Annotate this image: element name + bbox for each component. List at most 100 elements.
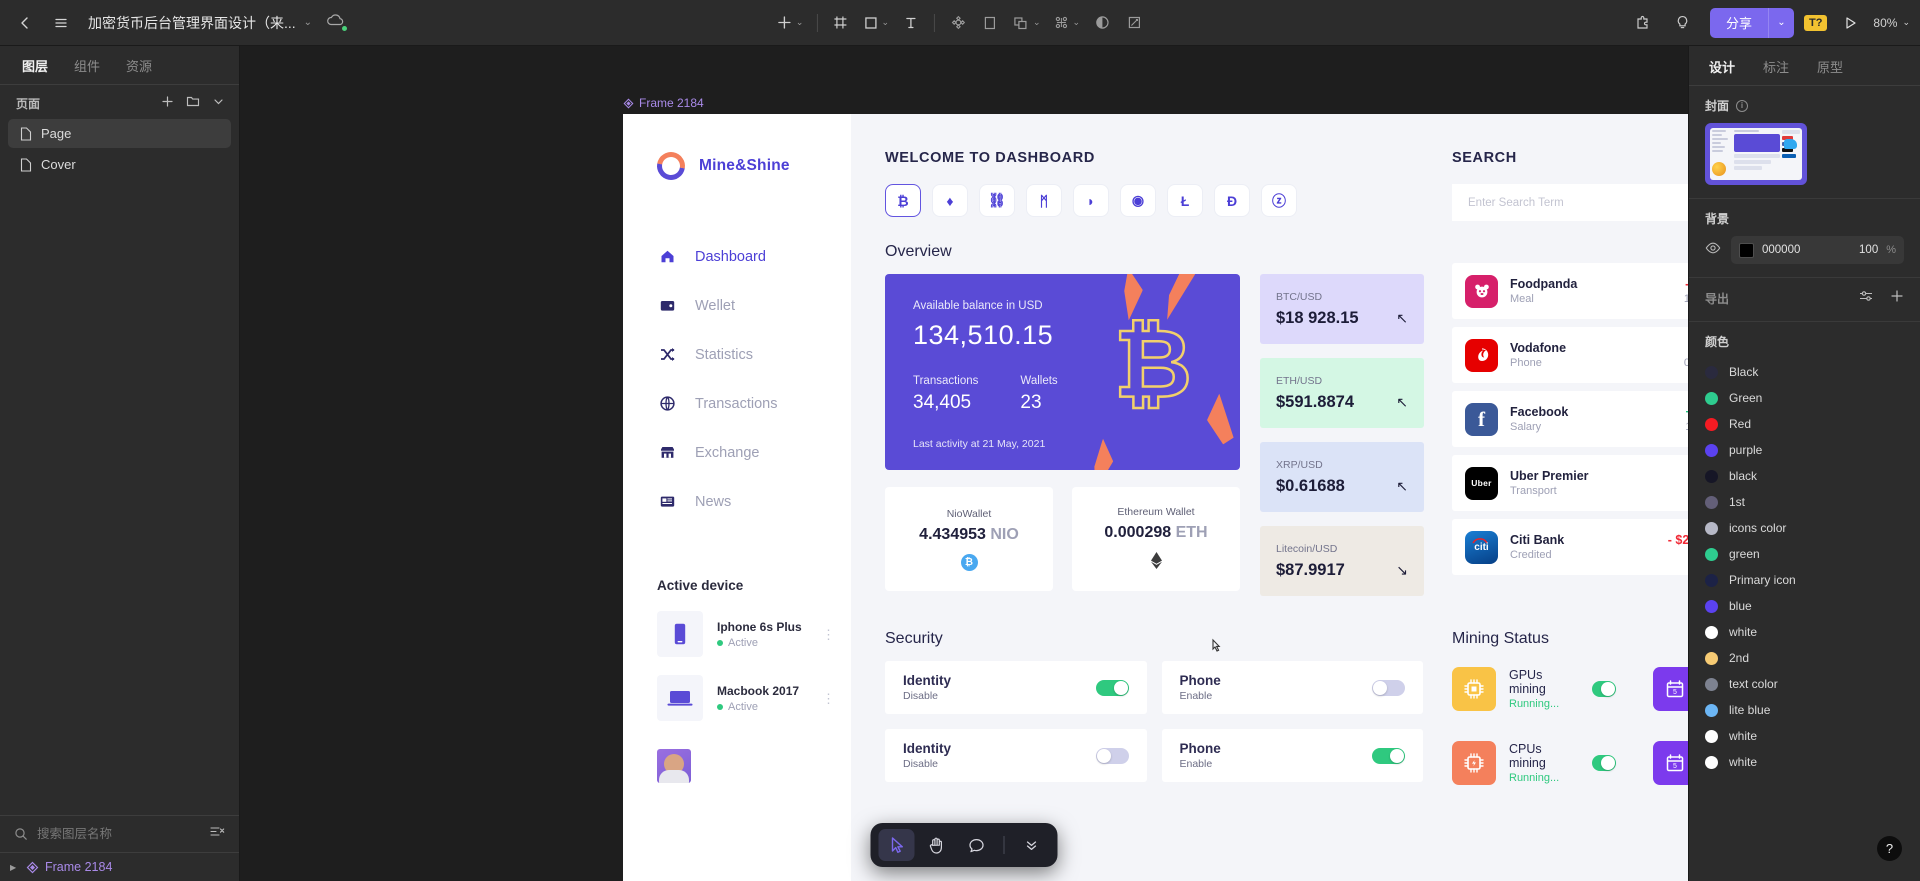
color-item-primary-icon[interactable]: Primary icon <box>1705 567 1904 593</box>
coin-tab-iota[interactable]: ◉ <box>1120 184 1156 217</box>
list-item[interactable]: Iphone 6s Plus Active ⋮ <box>657 611 851 657</box>
design-frame[interactable]: Mine&Shine Dashboard Wellet Statistics T… <box>623 114 1688 881</box>
hand-tool[interactable] <box>919 829 955 861</box>
color-item-black-lower[interactable]: black <box>1705 463 1904 489</box>
wallet-card-eth[interactable]: Ethereum Wallet 0.000298 ETH <box>1072 487 1240 591</box>
color-item-purple[interactable]: purple <box>1705 437 1904 463</box>
canvas-area[interactable]: Frame 2184 Mine&Shine Dashboard Wellet S… <box>240 46 1688 881</box>
zoom-chevron-down-icon[interactable]: ⌄ <box>1902 17 1910 28</box>
frame-tool[interactable] <box>825 6 855 40</box>
color-swatch[interactable] <box>1705 573 1718 587</box>
device-menu-icon[interactable]: ⋮ <box>822 692 835 705</box>
color-swatch[interactable] <box>1705 651 1718 665</box>
sidebar-item-wellet[interactable]: Wellet <box>623 281 851 330</box>
move-tool[interactable] <box>878 829 915 861</box>
tab-components[interactable]: 组件 <box>74 56 100 75</box>
price-card-xrp[interactable]: XRP/USD $0.61688 ↖ <box>1260 442 1424 512</box>
user-avatar[interactable] <box>657 749 691 783</box>
visibility-eye-icon[interactable] <box>1705 241 1721 259</box>
security-toggle[interactable] <box>1372 747 1405 764</box>
layer-item-frame-2184[interactable]: ▶ Frame 2184 <box>0 853 239 881</box>
color-item-blue[interactable]: blue <box>1705 593 1904 619</box>
mining-toggle[interactable] <box>1591 755 1616 771</box>
lightbulb-icon[interactable] <box>1666 6 1700 40</box>
price-card-btc[interactable]: BTC/USD $18 928.15 ↖ <box>1260 274 1424 344</box>
color-item-2nd[interactable]: 2nd <box>1705 645 1904 671</box>
coin-tab-bitcoin[interactable]: ₿ <box>885 184 921 217</box>
color-swatch[interactable] <box>1705 469 1718 483</box>
boolean-tool-chevron-down-icon[interactable]: ⌄ <box>1033 17 1041 28</box>
background-color-swatch[interactable] <box>1739 242 1754 258</box>
sidebar-item-exchange[interactable]: Exchange <box>623 428 851 477</box>
color-swatch[interactable] <box>1705 417 1718 431</box>
frame-label[interactable]: Frame 2184 <box>623 96 704 110</box>
add-export-icon[interactable] <box>1890 289 1904 308</box>
collapse-pages-chevron-down-icon[interactable] <box>212 95 225 112</box>
shape-tool-chevron-down-icon[interactable]: ⌄ <box>881 17 889 28</box>
coin-tab-litecoin[interactable]: Ł <box>1167 184 1203 217</box>
sidebar-item-dashboard[interactable]: Dashboard <box>623 232 851 281</box>
security-card-phone-2[interactable]: Phone Enable <box>1161 729 1423 782</box>
shape-tool[interactable]: ⌄ <box>857 6 894 40</box>
share-chevron-down-icon[interactable]: ⌄ <box>1767 7 1794 38</box>
search-input[interactable] <box>1452 184 1688 221</box>
add-tool-chevron-down-icon[interactable]: ⌄ <box>796 17 804 28</box>
color-swatch[interactable] <box>1705 443 1718 457</box>
new-folder-icon[interactable] <box>186 95 200 112</box>
table-row[interactable]: f Facebook Salary + $7000 11:45 AM <box>1452 391 1688 447</box>
tab-layers[interactable]: 图层 <box>22 56 48 75</box>
zoom-control[interactable]: 80% ⌄ <box>1873 16 1910 30</box>
expand-triangle-icon[interactable]: ▶ <box>10 863 20 872</box>
add-page-icon[interactable] <box>161 95 174 112</box>
table-row[interactable]: Uber Uber Premier Transport - $8.75 8:30… <box>1452 455 1688 511</box>
sidebar-item-statistics[interactable]: Statistics <box>623 330 851 379</box>
color-swatch[interactable] <box>1705 521 1718 535</box>
boolean-tool[interactable]: ⌄ <box>1007 6 1046 40</box>
add-tool[interactable]: ⌄ <box>771 6 809 40</box>
background-hex-field[interactable]: 000000 100 % <box>1731 236 1904 264</box>
color-item-red[interactable]: Red <box>1705 411 1904 437</box>
title-chevron-down-icon[interactable]: ⌄ <box>304 17 312 28</box>
color-swatch[interactable] <box>1705 391 1718 405</box>
color-item-white-1[interactable]: white <box>1705 619 1904 645</box>
color-swatch[interactable] <box>1705 703 1718 717</box>
security-toggle[interactable] <box>1095 747 1129 764</box>
color-swatch[interactable] <box>1705 625 1718 639</box>
color-swatch[interactable] <box>1705 547 1718 561</box>
coin-tab-ethereum[interactable]: ♦ <box>932 184 968 217</box>
help-button[interactable]: ? <box>1877 836 1902 861</box>
color-swatch[interactable] <box>1705 365 1718 379</box>
coin-tab-ripple[interactable]: ⛓ <box>979 184 1015 217</box>
color-item-white-3[interactable]: white <box>1705 749 1904 775</box>
background-opacity-value[interactable]: 100 <box>1859 244 1878 256</box>
color-item-icons-color[interactable]: icons color <box>1705 515 1904 541</box>
avatar[interactable]: T? <box>1803 14 1828 31</box>
color-swatch[interactable] <box>1705 729 1718 743</box>
coin-tab-dash[interactable]: Ð <box>1214 184 1250 217</box>
table-row[interactable]: Vodafone Phone - $58 04:13 PM <box>1452 327 1688 383</box>
contrast-tool[interactable] <box>1087 6 1117 40</box>
coin-tab-monero[interactable]: ᛗ <box>1026 184 1062 217</box>
color-swatch[interactable] <box>1705 495 1718 509</box>
color-swatch[interactable] <box>1705 677 1718 691</box>
info-icon[interactable]: i <box>1736 99 1749 112</box>
comment-tool[interactable] <box>959 829 995 861</box>
cover-thumbnail[interactable] <box>1705 123 1807 185</box>
export-settings-icon[interactable] <box>1859 289 1874 308</box>
sidebar-item-news[interactable]: News <box>623 477 851 526</box>
device-menu-icon[interactable]: ⋮ <box>822 628 835 641</box>
color-item-green[interactable]: Green <box>1705 385 1904 411</box>
sidebar-item-transactions[interactable]: Transactions <box>623 379 851 428</box>
list-item[interactable]: Macbook 2017 Active ⋮ <box>657 675 851 721</box>
security-toggle[interactable] <box>1372 679 1405 696</box>
coin-tab-zcash[interactable]: ⓩ <box>1261 184 1297 217</box>
tab-inspect[interactable]: 标注 <box>1763 57 1789 76</box>
background-hex-value[interactable]: 000000 <box>1762 244 1851 256</box>
component-tool[interactable] <box>943 6 973 40</box>
color-item-lite-blue[interactable]: lite blue <box>1705 697 1904 723</box>
mining-toggle[interactable] <box>1591 681 1616 697</box>
plugin-icon[interactable] <box>1626 6 1660 40</box>
play-icon[interactable] <box>1833 6 1867 40</box>
color-item-white-2[interactable]: white <box>1705 723 1904 749</box>
slice-tool[interactable] <box>975 6 1005 40</box>
